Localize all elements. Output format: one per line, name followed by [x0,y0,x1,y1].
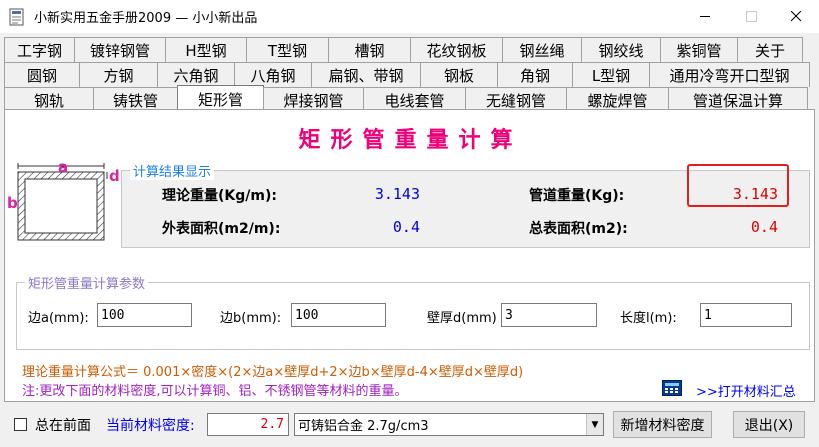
material-select-value: 可铸铝合金 2.7g/cm3 [298,419,429,434]
app-icon [8,8,26,26]
tab-copper-pipe[interactable]: 紫铜管 [660,37,738,62]
thickness-field-label: 壁厚d(mm) [427,311,497,326]
density-input[interactable] [207,413,289,436]
tab-square-steel[interactable]: 方钢 [79,62,158,87]
minimize-button[interactable] [682,0,728,33]
tab-row-2: 圆钢 方钢 六角钢 八角钢 扁钢、带钢 钢板 角钢 L型钢 通用冷弯开口型钢 [4,62,810,87]
tab-strip: 工字钢 镀锌钢管 H型钢 T型钢 槽钢 花纹钢板 钢丝绳 钢绞线 紫铜管 关于 … [0,33,819,112]
tab-h-beam[interactable]: H型钢 [165,37,247,62]
thickness-input[interactable] [501,303,597,327]
outer-area-label: 外表面积(m2/m): [162,221,281,237]
always-on-top-label: 总在前面 [35,418,91,434]
tab-i-beam[interactable]: 工字钢 [4,37,75,62]
results-legend: 计算结果显示 [130,161,215,180]
tab-channel-steel[interactable]: 槽钢 [328,37,411,62]
tab-t-beam[interactable]: T型钢 [246,37,329,62]
close-button[interactable] [773,0,819,33]
pipe-weight-label: 管道重量(Kg): [529,188,625,204]
theory-weight-label: 理论重量(Kg/m): [162,188,277,204]
side-a-field-label: 边a(mm): [28,311,89,326]
page-title: 矩形管重量计算 [298,127,523,153]
pipe-weight-highlight [687,164,789,207]
side-a-input[interactable] [97,303,192,327]
open-materials-link[interactable]: >>打开材料汇总 [696,381,796,400]
tab-hexagon-steel[interactable]: 六角钢 [157,62,235,87]
close-icon [790,11,801,22]
tab-l-steel[interactable]: L型钢 [572,62,650,87]
total-area-value: 0.4 [750,218,778,236]
exit-button[interactable]: 退出(X) [733,411,805,438]
maximize-icon [745,11,757,22]
tab-steel-plate[interactable]: 钢板 [420,62,498,87]
side-b-input[interactable] [291,303,386,327]
tab-flat-steel[interactable]: 扁钢、带钢 [311,62,421,87]
always-on-top-checkbox[interactable] [14,418,27,431]
note-text: 注:更改下面的材料密度,可以计算铜、铝、不锈钢管等材料的重量。 [22,384,408,399]
length-field-label: 长度l(m): [620,311,677,326]
formula-text: 理论重量计算公式＝ 0.001×密度×(2×边a×壁厚d+2×边b×壁厚d-4×… [22,365,524,380]
tab-galvanized-pipe[interactable]: 镀锌钢管 [74,37,166,62]
outer-area-value: 0.4 [392,218,420,236]
tab-cold-formed-steel[interactable]: 通用冷弯开口型钢 [649,62,810,87]
total-area-label: 总表面积(m2): [529,221,628,237]
maximize-button[interactable] [728,0,774,33]
tab-strand[interactable]: 钢绞线 [581,37,661,62]
rectangular-pipe-panel: 矩形管重量计算 a b d 计算结果显示 理论重量(Kg/m): 3.143 管… [4,109,815,402]
cross-section-diagram: a b d [7,158,121,244]
tab-about[interactable]: 关于 [737,37,803,62]
length-input[interactable] [700,303,792,327]
side-b-label: b [7,194,18,212]
tab-round-steel[interactable]: 圆钢 [4,62,80,87]
window-title: 小新实用五金手册2009 — 小小新出品 [34,11,258,26]
side-b-field-label: 边b(mm): [220,311,282,326]
calculator-icon[interactable] [662,380,682,396]
minimize-icon [699,16,710,17]
params-legend: 矩形管重量计算参数 [25,273,149,292]
material-select[interactable]: 可铸铝合金 2.7g/cm3 ▼ [294,413,604,436]
params-groupbox: 矩形管重量计算参数 边a(mm): 边b(mm): 壁厚d(mm) 长度l(m)… [16,273,810,350]
add-density-button[interactable]: 新增材料密度 [613,411,712,438]
side-a-label: a [58,158,69,176]
theory-weight-value: 3.143 [374,185,420,203]
tab-rectangular-pipe[interactable]: 矩形管 [177,85,264,112]
title-bar: 小新实用五金手册2009 — 小小新出品 [0,0,819,33]
chevron-down-icon[interactable]: ▼ [586,414,603,435]
bottom-bar: 总在前面 当前材料密度: 可铸铝合金 2.7g/cm3 ▼ 新增材料密度 退出(… [0,402,819,447]
tab-octagon-steel[interactable]: 八角钢 [234,62,312,87]
tab-angle-steel[interactable]: 角钢 [497,62,573,87]
tab-row-1: 工字钢 镀锌钢管 H型钢 T型钢 槽钢 花纹钢板 钢丝绳 钢绞线 紫铜管 关于 [4,37,803,62]
tab-wire-rope[interactable]: 钢丝绳 [502,37,582,62]
tab-checker-plate[interactable]: 花纹钢板 [410,37,503,62]
thickness-d-label: d [109,167,120,185]
density-label: 当前材料密度: [106,418,195,434]
